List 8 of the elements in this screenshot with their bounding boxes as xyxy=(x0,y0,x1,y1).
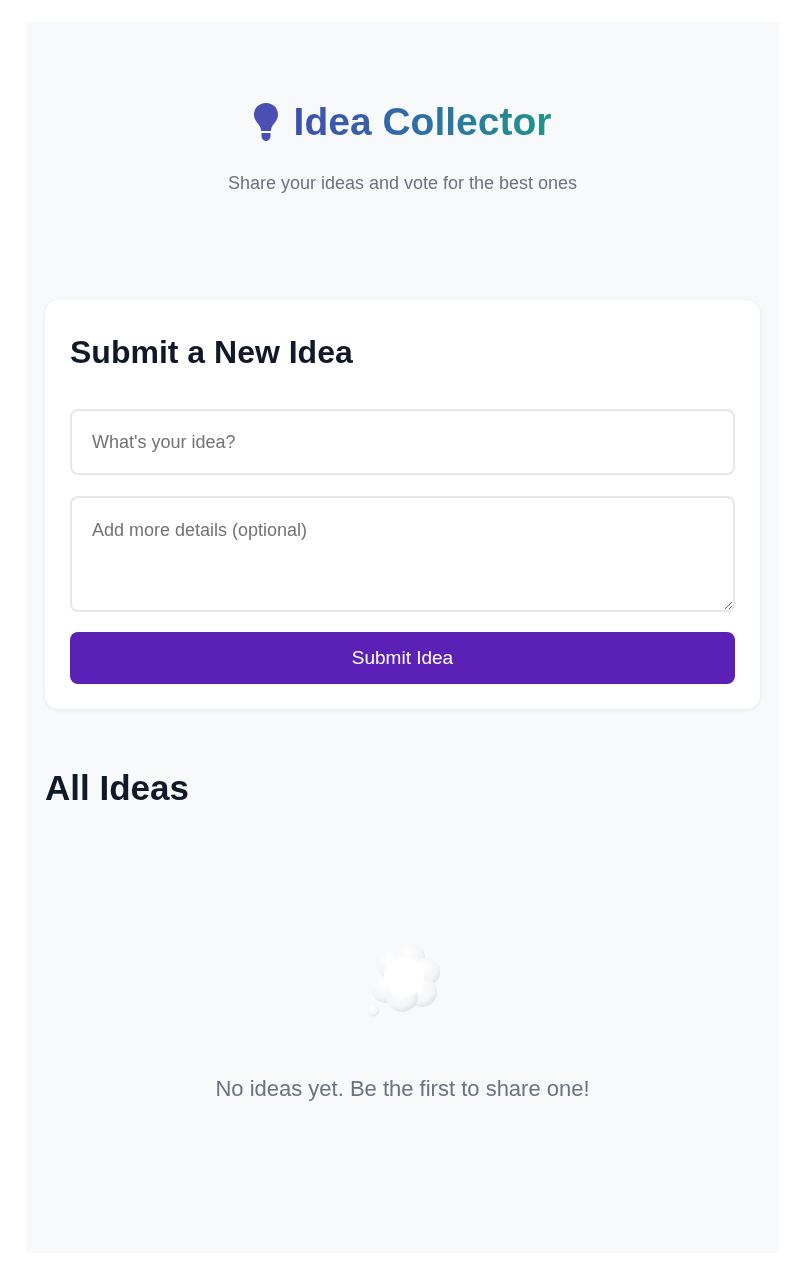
submit-button[interactable]: Submit Idea xyxy=(70,632,735,684)
idea-title-input[interactable]: What's your idea? xyxy=(70,409,735,475)
card-heading: Submit a New Idea xyxy=(70,333,354,372)
idea-details-textarea[interactable]: Add more details (optional) xyxy=(70,496,735,612)
section-heading: All Ideas xyxy=(45,767,190,809)
app-subtitle: Share your ideas and vote for the best ones xyxy=(227,172,578,195)
empty-state-message: No ideas yet. Be the first to share one! xyxy=(215,1075,590,1103)
lightbulb-icon xyxy=(253,103,278,141)
